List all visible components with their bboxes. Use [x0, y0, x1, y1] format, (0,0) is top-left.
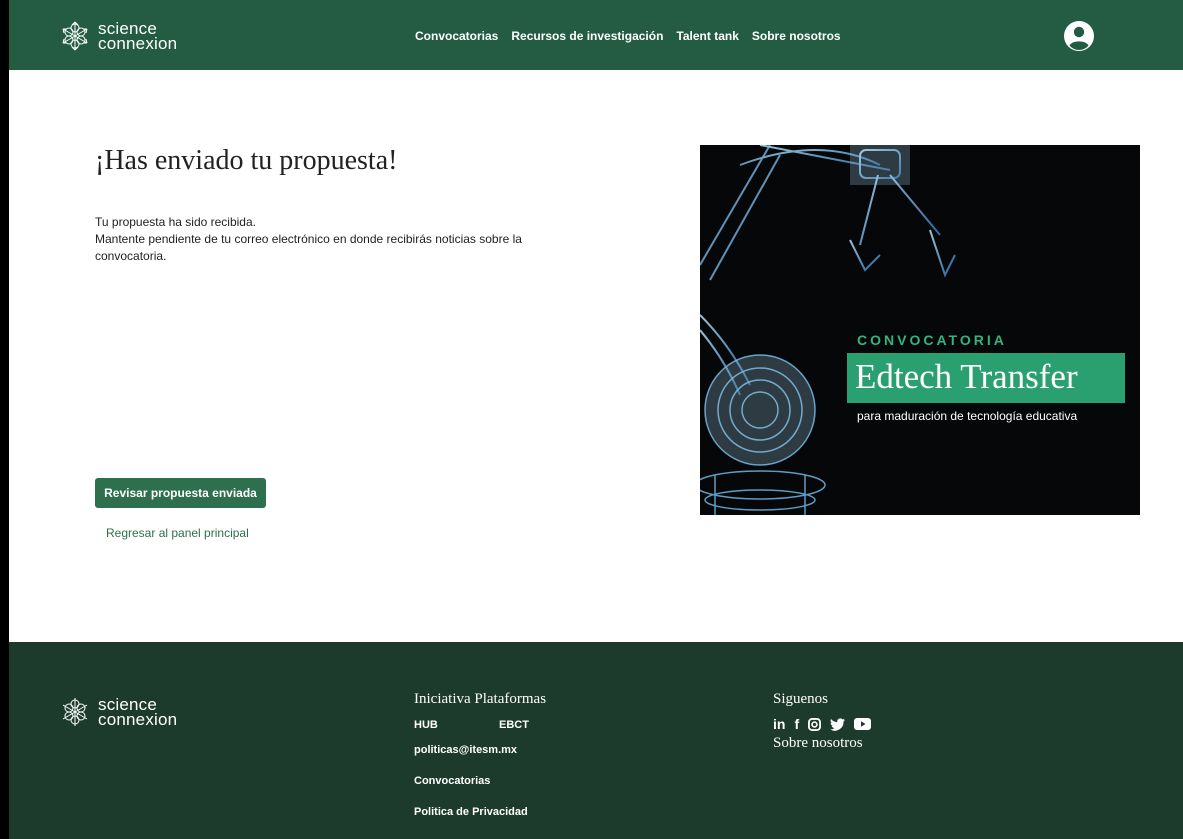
- instagram-icon[interactable]: [808, 717, 822, 731]
- top-navbar: science connexion Convocatorias Recursos…: [9, 0, 1183, 70]
- youtube-icon[interactable]: [854, 718, 872, 730]
- science-connexion-logo-icon: [62, 21, 88, 51]
- footer-email-link[interactable]: politicas@itesm.mx: [414, 744, 517, 756]
- nav-talent-tank[interactable]: Talent tank: [676, 29, 738, 43]
- footer-link-about[interactable]: Sobre nosotros: [773, 735, 863, 752]
- twitter-icon[interactable]: [830, 717, 846, 731]
- brand-logo[interactable]: science connexion: [57, 18, 177, 54]
- linkedin-icon[interactable]: in: [773, 716, 785, 732]
- nav-recursos-investigacion[interactable]: Recursos de investigación: [511, 29, 663, 43]
- footer-brand-wordmark: science connexion: [98, 696, 178, 729]
- page-title: ¡Has enviado tu propuesta!: [95, 145, 398, 176]
- brand-wordmark: science connexion: [98, 20, 178, 53]
- convocatoria-banner: CONVOCATORIA Edtech Transfer para madura…: [700, 145, 1140, 515]
- brand-line2: connexion: [98, 34, 178, 53]
- back-to-dashboard-link[interactable]: Regresar al panel principal: [106, 526, 249, 540]
- robotic-arm-illustration: [700, 145, 956, 515]
- facebook-icon[interactable]: f: [794, 716, 799, 732]
- footer-link-convocatorias[interactable]: Convocatorias: [414, 775, 490, 787]
- message-line-2: Mantente pendiente de tu correo electrón…: [95, 232, 522, 263]
- page: science connexion Convocatorias Recursos…: [9, 0, 1183, 839]
- confirmation-message: Tu propuesta ha sido recibida. Mantente …: [95, 214, 575, 265]
- main-nav: Convocatorias Recursos de investigación …: [415, 29, 841, 43]
- message-line-1: Tu propuesta ha sido recibida.: [95, 215, 256, 229]
- banner-title-box: Edtech Transfer: [847, 353, 1125, 403]
- user-account-icon[interactable]: [1063, 20, 1095, 52]
- banner-label: CONVOCATORIA: [857, 332, 1007, 348]
- footer-link-ebct[interactable]: EBCT: [499, 719, 529, 731]
- footer-col-title-social: Siguenos: [773, 691, 829, 707]
- footer-brand-line2: connexion: [98, 710, 178, 729]
- banner-subtitle: para maduración de tecnología educativa: [857, 409, 1078, 423]
- nav-sobre-nosotros[interactable]: Sobre nosotros: [752, 29, 841, 43]
- nav-convocatorias[interactable]: Convocatorias: [415, 29, 498, 43]
- review-proposal-button[interactable]: Revisar propuesta enviada: [95, 478, 266, 508]
- footer: science connexion Iniciativa Plataformas…: [9, 642, 1183, 839]
- banner-title: Edtech Transfer: [855, 357, 1078, 396]
- footer-link-hub[interactable]: HUB: [414, 719, 438, 731]
- science-connexion-logo-icon: [62, 698, 88, 726]
- social-links: in f: [773, 716, 872, 732]
- footer-brand-logo[interactable]: science connexion: [57, 694, 177, 730]
- footer-link-privacy[interactable]: Politica de Privacidad: [414, 806, 528, 818]
- footer-col-title-platforms: Iniciativa Plataformas: [414, 691, 547, 707]
